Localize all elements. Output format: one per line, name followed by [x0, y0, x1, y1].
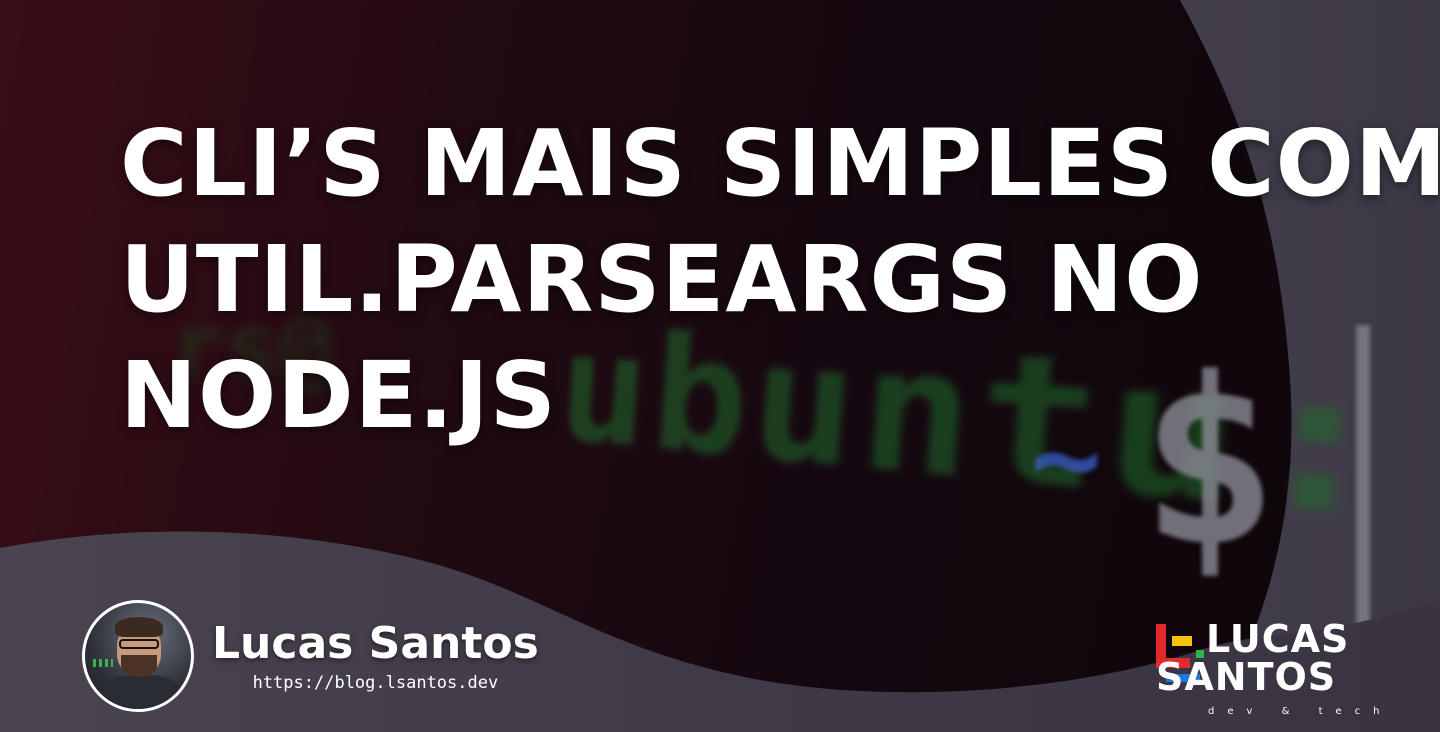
brand-word-lucas: LUCAS [1206, 617, 1350, 661]
author-name: Lucas Santos [212, 618, 539, 669]
title-line-3: NODE.JS [120, 342, 557, 449]
banner: rs@ ubuntu: ~ $ CLI’S MAIS SIMPLES COM U… [0, 0, 1440, 732]
brand-bar-yellow [1172, 636, 1192, 646]
brand-logo: LUCAS SANTOS dev & tech [1156, 617, 1379, 720]
page-title: CLI’S MAIS SIMPLES COM UTIL.PARSEARGS NO… [120, 106, 1440, 454]
brand-tagline: dev & tech [1208, 706, 1393, 717]
author-block: Lucas Santos https://blog.lsantos.dev [82, 598, 539, 714]
avatar [82, 600, 194, 712]
brand-word-santos: SANTOS [1156, 655, 1337, 699]
author-text: Lucas Santos https://blog.lsantos.dev [212, 618, 539, 694]
title-line-2: UTIL.PARSEARGS NO [120, 226, 1204, 333]
author-url-link[interactable]: https://blog.lsantos.dev [253, 672, 499, 694]
title-line-1: CLI’S MAIS SIMPLES COM [120, 110, 1440, 217]
